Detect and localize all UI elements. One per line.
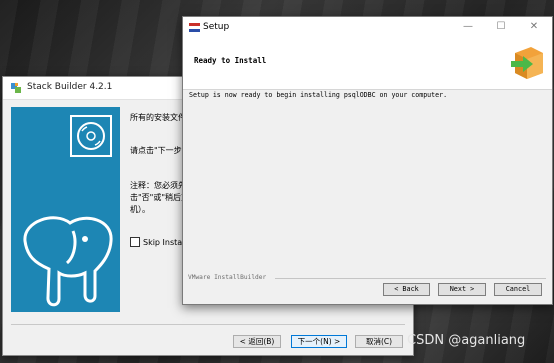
install-box-icon — [511, 47, 543, 79]
sb-back-button[interactable]: < 返回(B) — [233, 335, 281, 348]
setup-back-button[interactable]: < Back — [383, 283, 430, 296]
stack-builder-app-icon — [11, 83, 21, 93]
skip-install-checkbox[interactable] — [130, 237, 140, 247]
sb-line-5: 机）。 — [130, 205, 150, 214]
watermark: CSDN @aganliang — [407, 333, 526, 348]
stack-builder-separator — [11, 324, 405, 325]
setup-cancel-button[interactable]: Cancel — [494, 283, 542, 296]
setup-next-button[interactable]: Next > — [438, 283, 486, 296]
sb-cancel-button[interactable]: 取消(C) — [355, 335, 403, 348]
installbuilder-label: VMware InstallBuilder — [188, 274, 267, 281]
setup-title: Setup — [203, 22, 230, 32]
setup-header: Ready to Install — [183, 39, 552, 90]
postgres-banner — [11, 107, 120, 312]
maximize-icon[interactable]: ☐ — [494, 21, 508, 33]
skip-install-option[interactable]: Skip Install — [130, 237, 187, 247]
stack-builder-title: Stack Builder 4.2.1 — [27, 82, 113, 92]
sb-line-2: 请点击"下一步" — [130, 146, 186, 155]
sb-next-button[interactable]: 下一个(N) > — [291, 335, 347, 348]
sb-line-1: 所有的安装文件 — [130, 113, 186, 122]
setup-window: Setup — ☐ ✕ Ready to Install Setup is no… — [182, 16, 553, 305]
close-icon[interactable]: ✕ — [527, 21, 541, 33]
setup-titlebar[interactable]: Setup — ☐ ✕ — [183, 17, 552, 39]
minimize-icon[interactable]: — — [461, 21, 475, 33]
setup-body-text: Setup is now ready to begin installing p… — [189, 91, 448, 99]
sb-line-3: 注释：您必须先 — [130, 181, 186, 190]
sb-line-4: 击"否"或"稍后重 — [130, 193, 190, 202]
skip-install-label: Skip Install — [143, 238, 187, 247]
footer-separator — [275, 278, 546, 279]
postgres-elephant-icon — [23, 216, 113, 307]
setup-header-title: Ready to Install — [194, 56, 267, 65]
setup-app-icon — [189, 23, 200, 32]
cd-icon — [77, 122, 105, 150]
